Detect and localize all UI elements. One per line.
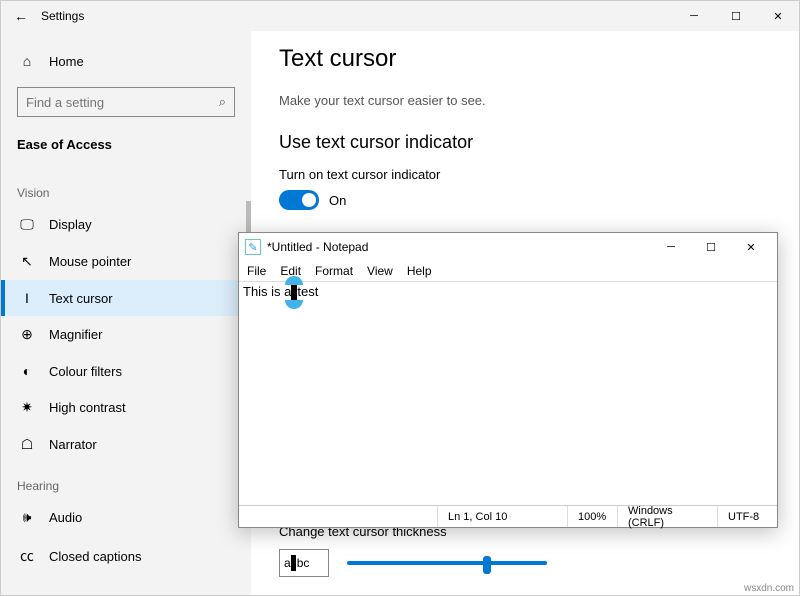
notepad-icon: ✎: [245, 239, 261, 255]
nav-narrator[interactable]: ☖Narrator: [1, 426, 251, 463]
np-close-button[interactable]: ✕: [731, 234, 771, 260]
status-eol: Windows (CRLF): [617, 506, 717, 527]
group-hearing: Hearing: [1, 475, 251, 499]
group-vision: Vision: [1, 182, 251, 206]
text-cursor-icon: I: [19, 290, 35, 306]
toggle-state: On: [329, 193, 346, 208]
menu-help[interactable]: Help: [407, 264, 432, 278]
notepad-menu: File Edit Format View Help: [239, 261, 777, 281]
mouse-icon: ↖: [19, 253, 35, 270]
category-label: Ease of Access: [1, 127, 251, 170]
nav-closed-captions[interactable]: ㏄Closed captions: [1, 536, 251, 576]
search-input[interactable]: [26, 95, 219, 110]
close-button[interactable]: ✕: [757, 1, 799, 31]
minimize-button[interactable]: ─: [673, 1, 715, 31]
nav-colour-filters[interactable]: ◐Colour filters: [1, 353, 251, 389]
display-icon: 🖵: [19, 216, 35, 233]
np-minimize-button[interactable]: ─: [651, 234, 691, 260]
search-icon: ⌕: [219, 94, 226, 110]
magnifier-icon: ⊕: [19, 326, 35, 343]
colour-icon: ◐: [19, 363, 35, 379]
np-maximize-button[interactable]: ☐: [691, 234, 731, 260]
contrast-icon: ✷: [19, 399, 35, 416]
maximize-button[interactable]: ☐: [715, 1, 757, 31]
thickness-preview: abc: [279, 549, 329, 577]
notepad-title: *Untitled - Notepad: [267, 240, 368, 254]
status-position: Ln 1, Col 10: [437, 506, 567, 527]
preview-cursor: [291, 555, 296, 571]
notepad-titlebar[interactable]: ✎ *Untitled - Notepad ─ ☐ ✕: [239, 233, 777, 261]
nav-mouse[interactable]: ↖Mouse pointer: [1, 243, 251, 280]
settings-sidebar: ⌂ Home ⌕ Ease of Access Vision 🖵Display …: [1, 31, 251, 595]
captions-icon: ㏄: [19, 546, 35, 566]
nav-display[interactable]: 🖵Display: [1, 206, 251, 243]
search-box[interactable]: ⌕: [17, 87, 235, 117]
narrator-icon: ☖: [19, 436, 35, 453]
status-zoom: 100%: [567, 506, 617, 527]
home-icon: ⌂: [19, 53, 35, 69]
status-encoding: UTF-8: [717, 506, 777, 527]
nav-magnifier[interactable]: ⊕Magnifier: [1, 316, 251, 353]
section-heading: Use text cursor indicator: [279, 132, 771, 153]
menu-file[interactable]: File: [247, 264, 266, 278]
settings-title: Settings: [41, 9, 84, 23]
back-button[interactable]: ←: [1, 8, 41, 24]
notepad-window: ✎ *Untitled - Notepad ─ ☐ ✕ File Edit Fo…: [238, 232, 778, 528]
thickness-slider[interactable]: [347, 561, 547, 565]
nav-text-cursor[interactable]: IText cursor: [1, 280, 251, 316]
menu-format[interactable]: Format: [315, 264, 353, 278]
page-subtitle: Make your text cursor easier to see.: [279, 93, 771, 108]
home-label: Home: [49, 54, 84, 69]
nav-audio[interactable]: 🕪Audio: [1, 499, 251, 536]
settings-titlebar: ← Settings ─ ☐ ✕: [1, 1, 799, 31]
nav-high-contrast[interactable]: ✷High contrast: [1, 389, 251, 426]
text-cursor-indicator: [291, 285, 297, 300]
notepad-body[interactable]: This is atest: [239, 281, 777, 505]
page-heading: Text cursor: [279, 45, 771, 73]
menu-view[interactable]: View: [367, 264, 393, 278]
indicator-toggle[interactable]: On: [279, 190, 771, 210]
home-button[interactable]: ⌂ Home: [1, 45, 251, 77]
toggle-label: Turn on text cursor indicator: [279, 167, 771, 182]
notepad-statusbar: Ln 1, Col 10 100% Windows (CRLF) UTF-8: [239, 505, 777, 527]
watermark: wsxdn.com: [744, 583, 794, 594]
toggle-switch[interactable]: [279, 190, 319, 210]
audio-icon: 🕪: [19, 509, 35, 526]
